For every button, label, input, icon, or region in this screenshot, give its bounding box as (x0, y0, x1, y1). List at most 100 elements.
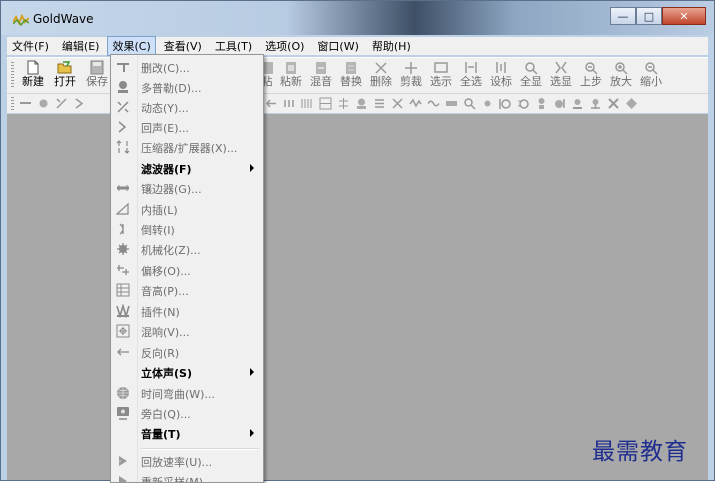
show-all-button[interactable]: 全显 (517, 60, 545, 92)
effects-menu: 删改(C)... 多普勒(D)... 动态(Y)... 回声(E)... 压缩器… (110, 54, 264, 483)
menu-options[interactable]: 选项(O) (260, 36, 309, 56)
menu-item-label: 插件(N) (141, 306, 180, 319)
menu-window[interactable]: 窗口(W) (312, 36, 363, 56)
menu-item-volume[interactable]: 音量(T) (111, 423, 263, 443)
effect-tool-icon[interactable] (589, 97, 602, 110)
menu-item-stereo[interactable]: 立体声(S) (111, 362, 263, 382)
new-button[interactable]: 新建 (19, 60, 47, 92)
menu-item-label: 偏移(O)... (141, 265, 191, 278)
save-button-label: 保存 (86, 75, 108, 88)
menu-effects[interactable]: 效果(C) (107, 36, 156, 56)
menu-item-reverb[interactable]: 混响(V)... (111, 321, 263, 341)
effect-tool-icon[interactable] (265, 97, 278, 110)
effect-tool-icon[interactable] (37, 97, 50, 110)
effect-tool-icon[interactable] (445, 97, 458, 110)
menu-item-voice-over[interactable]: 旁白(Q)... (111, 403, 263, 423)
time-warp-icon (117, 387, 129, 399)
menu-item-echo[interactable]: 回声(E)... (111, 117, 263, 137)
menu-edit[interactable]: 编辑(E) (57, 36, 105, 56)
show-selected-icon (555, 61, 567, 74)
show-selection-icon (434, 62, 448, 73)
effect-tool-icon[interactable] (625, 97, 638, 110)
menu-item-flanger[interactable]: 镶边器(G)... (111, 178, 263, 198)
zoom-in-button[interactable]: 放大 (607, 60, 635, 92)
effect-tool-icon[interactable] (481, 97, 494, 110)
effect-tool-icon[interactable] (553, 97, 566, 110)
mix-button[interactable]: 混音 (307, 60, 335, 92)
effect-tool-icon[interactable] (73, 97, 86, 110)
effect-tool-icon[interactable] (409, 97, 422, 110)
effect-tool-icon[interactable] (337, 97, 350, 110)
submenu-arrow-icon (250, 368, 254, 376)
menu-item-offset[interactable]: 偏移(O)... (111, 260, 263, 280)
open-button[interactable]: 打开 (51, 60, 79, 92)
menu-item-reverse[interactable]: 反向(R) (111, 342, 263, 362)
effect-tool-icon[interactable] (607, 97, 620, 110)
menu-item-mechanize[interactable]: 机械化(Z)... (111, 239, 263, 259)
menu-file[interactable]: 文件(F) (7, 36, 54, 56)
effect-tool-icon[interactable] (535, 97, 548, 110)
set-marker-button-label: 设标 (490, 75, 512, 88)
paste-new-button[interactable]: 粘新 (277, 60, 305, 92)
effect-tool-icon[interactable] (517, 97, 530, 110)
effect-tool-icon[interactable] (55, 97, 68, 110)
show-selection-button[interactable]: 选示 (427, 60, 455, 92)
menu-item-playback-rate[interactable]: 回放速率(U)... (111, 451, 263, 471)
replace-button[interactable]: 替换 (337, 60, 365, 92)
effect-tool-icon[interactable] (19, 97, 32, 110)
menu-help[interactable]: 帮助(H) (367, 36, 416, 56)
effect-tool-icon[interactable] (391, 97, 404, 110)
window-title: GoldWave (33, 12, 94, 26)
menu-item-pitch[interactable]: 音高(P)... (111, 280, 263, 300)
title-bar[interactable]: GoldWave — □ ✕ (1, 1, 714, 35)
effect-tool-icon[interactable] (283, 97, 296, 110)
effects-toolbar-grip[interactable] (11, 97, 14, 110)
pitch-icon (116, 283, 130, 297)
menu-item-doppler[interactable]: 多普勒(D)... (111, 77, 263, 97)
menu-view[interactable]: 查看(V) (159, 36, 207, 56)
menu-item-compressor[interactable]: 压缩器/扩展器(X)... (111, 137, 263, 157)
menu-item-label: 多普勒(D)... (141, 82, 202, 95)
effect-tool-icon[interactable] (355, 97, 368, 110)
close-button[interactable]: ✕ (662, 7, 706, 25)
effect-tool-icon[interactable] (463, 97, 476, 110)
menu-item-time-warp[interactable]: 时间弯曲(W)... (111, 383, 263, 403)
menu-item-label: 反向(R) (141, 347, 180, 360)
effect-tool-icon[interactable] (301, 97, 314, 110)
zoom-out-button[interactable]: 缩小 (637, 60, 665, 92)
mix-button-label: 混音 (310, 75, 332, 88)
menu-item-label: 旁白(Q)... (141, 408, 191, 421)
zoom-in-button-label: 放大 (610, 75, 632, 88)
menu-item-resample[interactable]: 重新采样(M)... (111, 471, 263, 483)
maximize-button[interactable]: □ (636, 7, 662, 25)
menu-item-label: 滤波器(F) (141, 163, 192, 176)
menu-item-filter[interactable]: 滤波器(F) (111, 158, 263, 178)
effect-tool-icon[interactable] (571, 97, 584, 110)
echo-icon (118, 121, 127, 133)
menu-item-alter[interactable]: 删改(C)... (111, 57, 263, 77)
menu-item-dynamics[interactable]: 动态(Y)... (111, 97, 263, 117)
toolbar-grip[interactable] (11, 62, 14, 88)
show-selected-button[interactable]: 选显 (547, 60, 575, 92)
voice-over-icon (117, 407, 129, 420)
minimize-button[interactable]: — (610, 7, 636, 25)
menu-item-interpolate[interactable]: 内插(L) (111, 199, 263, 219)
set-marker-button[interactable]: 设标 (487, 60, 515, 92)
effect-tool-icon[interactable] (427, 97, 440, 110)
effect-tool-icon[interactable] (319, 97, 332, 110)
effect-tool-icon[interactable] (373, 97, 386, 110)
plugin-icon (116, 304, 130, 318)
delete-button[interactable]: 删除 (367, 60, 395, 92)
invert-icon (119, 223, 124, 235)
previous-button[interactable]: 上步 (577, 60, 605, 92)
menu-item-label: 音量(T) (141, 428, 181, 441)
trim-button[interactable]: 剪裁 (397, 60, 425, 92)
save-button[interactable]: 保存 (83, 60, 111, 92)
menu-item-plugin[interactable]: 插件(N) (111, 301, 263, 321)
menu-item-invert[interactable]: 倒转(I) (111, 219, 263, 239)
select-all-button[interactable]: 全选 (457, 60, 485, 92)
menu-item-label: 重新采样(M)... (141, 476, 214, 483)
dynamics-icon (117, 101, 129, 113)
effect-tool-icon[interactable] (499, 97, 512, 110)
menu-tools[interactable]: 工具(T) (210, 36, 257, 56)
